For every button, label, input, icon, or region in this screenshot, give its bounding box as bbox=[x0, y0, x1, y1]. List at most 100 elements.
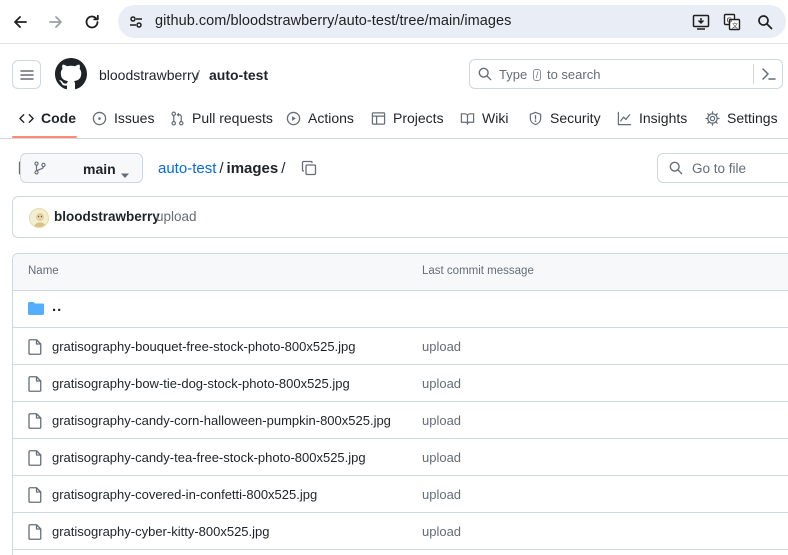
tab-label: Wiki bbox=[482, 110, 509, 126]
tab-issues[interactable]: Issues bbox=[92, 105, 154, 139]
tab-label: Projects bbox=[393, 110, 444, 126]
shield-icon bbox=[529, 111, 542, 126]
global-menu-button[interactable] bbox=[12, 60, 41, 89]
search-placeholder: Type / to search bbox=[499, 67, 601, 82]
avatar[interactable] bbox=[29, 208, 49, 228]
table-row[interactable]: gratisography-bow-tie-dog-stock-photo-80… bbox=[13, 365, 788, 402]
translate-button[interactable]: G文 bbox=[721, 11, 743, 33]
commit-message-link[interactable]: upload bbox=[422, 450, 461, 465]
tab-label: Pull requests bbox=[192, 110, 273, 126]
search-input[interactable]: Type / to search bbox=[469, 59, 783, 89]
tab-label: Security bbox=[550, 110, 601, 126]
tab-projects[interactable]: Projects bbox=[371, 105, 444, 139]
command-palette-button[interactable] bbox=[761, 67, 777, 86]
table-row[interactable]: gratisography-candy-tea-free-stock-photo… bbox=[13, 439, 788, 476]
branch-selector[interactable]: main bbox=[20, 153, 143, 183]
github-mark-icon bbox=[55, 58, 87, 90]
reload-button[interactable] bbox=[79, 9, 105, 35]
file-name-link[interactable]: gratisography-bouquet-free-stock-photo-8… bbox=[52, 339, 356, 354]
tab-code[interactable]: Code bbox=[19, 105, 76, 139]
folder-icon bbox=[28, 301, 44, 321]
tab-insights[interactable]: Insights bbox=[617, 105, 687, 139]
file-name-link[interactable]: gratisography-bow-tie-dog-stock-photo-80… bbox=[52, 376, 350, 391]
site-info-button[interactable] bbox=[125, 11, 147, 33]
commit-message-link[interactable]: upload bbox=[422, 487, 461, 502]
table-row[interactable]: gratisography-covered-in-confetti-800x52… bbox=[13, 476, 788, 513]
triangle-down-icon bbox=[120, 166, 130, 184]
forward-button[interactable] bbox=[43, 9, 69, 35]
file-name-link[interactable]: gratisography-candy-tea-free-stock-photo… bbox=[52, 450, 366, 465]
tab-label: Code bbox=[41, 110, 76, 126]
column-header-message: Last commit message bbox=[422, 265, 534, 277]
commit-message-link[interactable]: upload bbox=[422, 524, 461, 539]
tab-pull-requests[interactable]: Pull requests bbox=[170, 105, 273, 139]
arrow-right-icon bbox=[49, 16, 62, 28]
tab-label: Insights bbox=[639, 110, 688, 126]
tab-wiki[interactable]: Wiki bbox=[460, 105, 508, 139]
commit-message[interactable]: upload bbox=[156, 209, 197, 224]
git-branch-icon bbox=[33, 161, 47, 180]
tune-icon bbox=[130, 16, 142, 28]
column-header-name: Name bbox=[28, 265, 59, 277]
commit-message-link[interactable]: upload bbox=[422, 376, 461, 391]
svg-text:文: 文 bbox=[732, 22, 738, 30]
tab-security[interactable]: Security bbox=[528, 105, 601, 139]
latest-commit-bar: bloodstrawberry upload bbox=[12, 196, 788, 238]
search-icon bbox=[478, 67, 492, 86]
zoom-button[interactable] bbox=[754, 11, 776, 33]
back-button[interactable] bbox=[7, 9, 33, 35]
breadcrumb-repo[interactable]: auto-test bbox=[209, 67, 268, 83]
tab-actions[interactable]: Actions bbox=[286, 105, 354, 139]
path-separator: / bbox=[219, 160, 224, 177]
copy-path-button[interactable] bbox=[301, 160, 317, 181]
graph-icon bbox=[617, 111, 632, 126]
commit-author[interactable]: bloodstrawberry bbox=[54, 209, 160, 224]
path-repo-link[interactable]: auto-test bbox=[158, 160, 216, 177]
file-icon bbox=[28, 376, 42, 397]
translate-icon: G文 bbox=[723, 13, 741, 31]
commit-message-link[interactable]: upload bbox=[422, 339, 461, 354]
search-icon bbox=[669, 161, 683, 180]
go-to-file-input[interactable]: Go to file bbox=[657, 153, 788, 183]
table-header: Name Last commit message bbox=[13, 254, 788, 291]
repo-header: bloodstrawberry / auto-test Type / to se… bbox=[0, 45, 788, 139]
address-bar[interactable]: github.com/bloodstrawberry/auto-test/tre… bbox=[118, 5, 786, 38]
file-path-breadcrumb: auto-test / images / bbox=[158, 160, 288, 177]
file-name-link[interactable]: gratisography-candy-corn-halloween-pumpk… bbox=[52, 413, 391, 428]
table-row[interactable]: gratisography-bouquet-free-stock-photo-8… bbox=[13, 328, 788, 365]
file-name-link[interactable]: gratisography-covered-in-confetti-800x52… bbox=[52, 487, 317, 502]
repo-nav-tabs: Code Issues Pull requests Actions Projec… bbox=[0, 105, 788, 139]
table-row[interactable]: gratisography-candy-corn-halloween-pumpk… bbox=[13, 402, 788, 439]
file-icon bbox=[28, 413, 42, 434]
search-divider bbox=[753, 64, 754, 84]
install-app-icon bbox=[692, 14, 710, 30]
tab-settings[interactable]: Settings bbox=[705, 105, 778, 139]
branch-name: main bbox=[83, 161, 116, 177]
file-icon bbox=[28, 524, 42, 545]
parent-directory-link[interactable]: .. bbox=[52, 298, 62, 315]
active-tab-indicator bbox=[12, 136, 77, 138]
file-icon bbox=[28, 450, 42, 471]
path-current-dir: images bbox=[226, 160, 279, 177]
install-app-button[interactable] bbox=[690, 11, 712, 33]
search-shortcut-key: / bbox=[532, 69, 542, 81]
file-icon bbox=[28, 339, 42, 360]
path-trailing-separator: / bbox=[281, 160, 286, 177]
play-icon bbox=[286, 111, 301, 126]
breadcrumb-separator: / bbox=[196, 67, 200, 83]
table-icon bbox=[371, 112, 386, 125]
browser-toolbar: github.com/bloodstrawberry/auto-test/tre… bbox=[0, 0, 788, 44]
address-url[interactable]: github.com/bloodstrawberry/auto-test/tre… bbox=[155, 13, 511, 29]
reload-icon bbox=[85, 14, 99, 29]
gear-icon bbox=[705, 111, 720, 126]
tab-label: Settings bbox=[727, 110, 778, 126]
file-table: Name Last commit message .. gratisograph… bbox=[12, 253, 788, 555]
table-row[interactable]: gratisography-cyber-kitty-800x525.jpg up… bbox=[13, 513, 788, 550]
breadcrumb-owner[interactable]: bloodstrawberry bbox=[99, 67, 199, 83]
commit-message-link[interactable]: upload bbox=[422, 413, 461, 428]
git-pull-request-icon bbox=[171, 111, 184, 126]
parent-directory-row[interactable]: .. bbox=[13, 291, 788, 328]
file-icon bbox=[28, 487, 42, 508]
github-logo[interactable] bbox=[55, 58, 87, 95]
file-name-link[interactable]: gratisography-cyber-kitty-800x525.jpg bbox=[52, 524, 270, 539]
